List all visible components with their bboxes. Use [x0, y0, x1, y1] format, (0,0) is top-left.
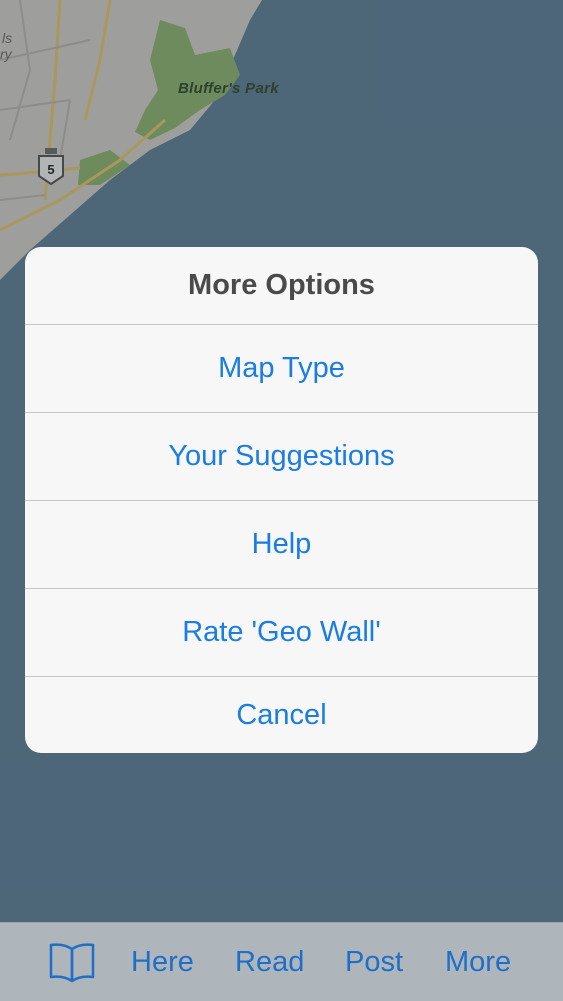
your-suggestions-button[interactable]: Your Suggestions [25, 413, 538, 501]
dialog-title: More Options [25, 247, 538, 325]
tab-post[interactable]: Post [345, 923, 403, 1001]
tab-more[interactable]: More [445, 923, 511, 1001]
tab-read[interactable]: Read [235, 923, 304, 1001]
book-icon [49, 943, 95, 983]
more-options-dialog: More Options Map Type Your Suggestions H… [25, 247, 538, 753]
rate-app-button[interactable]: Rate 'Geo Wall' [25, 589, 538, 677]
tab-book[interactable] [46, 923, 98, 1001]
tab-here[interactable]: Here [131, 923, 194, 1001]
map-type-button[interactable]: Map Type [25, 325, 538, 413]
tab-bar: Here Read Post More [0, 922, 563, 1001]
help-button[interactable]: Help [25, 501, 538, 589]
cancel-button[interactable]: Cancel [25, 677, 538, 753]
